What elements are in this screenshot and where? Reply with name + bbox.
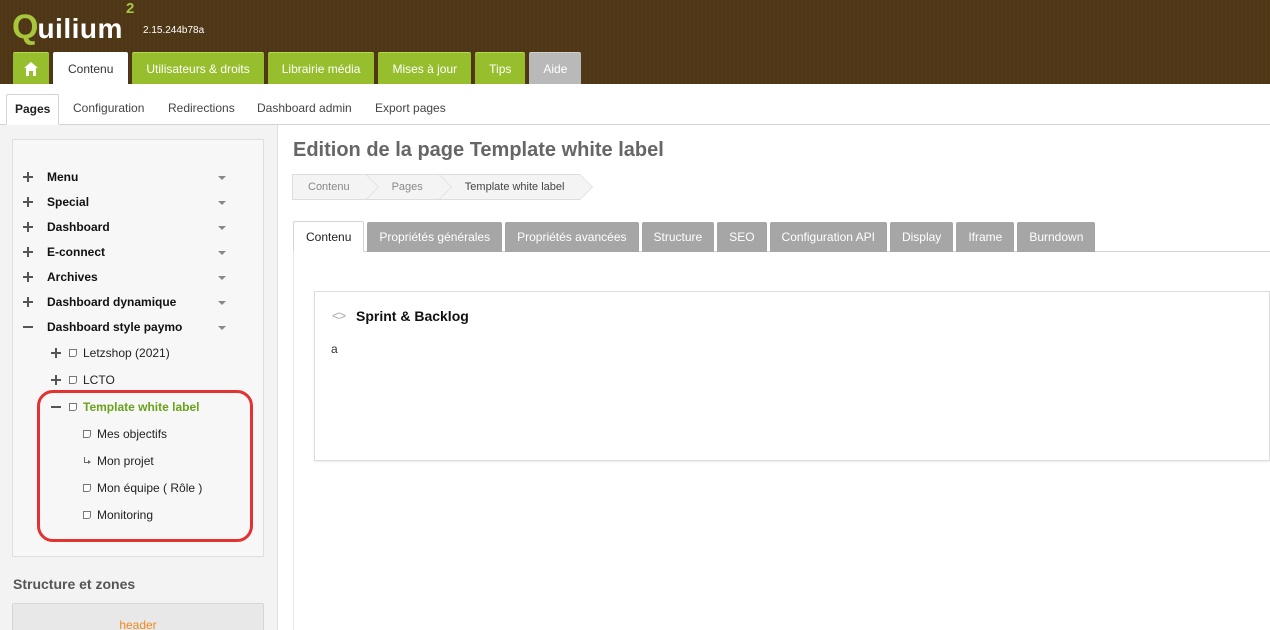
content-tabs: Contenu Propriétés générales Propriétés … [293,221,1096,252]
tab-proprietes-generales[interactable]: Propriétés générales [367,222,503,252]
chevron-down-icon[interactable] [218,326,226,330]
sub-tab-redirections[interactable]: Redirections [160,94,243,125]
block-text: a [331,342,338,356]
chevron-down-icon[interactable] [218,176,226,180]
sub-tab-export-pages[interactable]: Export pages [367,94,454,125]
expand-icon[interactable] [50,347,62,359]
content-block[interactable]: <> Sprint & Backlog a [314,291,1270,461]
page-icon [69,349,77,357]
collapse-icon[interactable] [22,321,34,333]
page-icon [83,430,91,438]
tab-contenu[interactable]: Contenu [293,221,365,252]
tab-structure[interactable]: Structure [641,222,715,252]
main-tab-aide[interactable]: Aide [529,52,582,84]
main-tab-tips[interactable]: Tips [475,52,526,84]
tree-item-label: Letzshop (2021) [83,346,170,360]
tree-item-special[interactable]: Special [22,192,89,212]
tab-burndown[interactable]: Burndown [1017,222,1096,252]
tree-item-template-white-label[interactable]: Template white label [50,397,199,417]
chevron-down-icon[interactable] [218,276,226,280]
expand-icon[interactable] [22,246,34,258]
tree-item-label: Archives [47,270,98,284]
home-icon [24,61,38,76]
chevron-down-icon[interactable] [218,226,226,230]
tree-item-label: Special [47,195,90,209]
code-icon[interactable]: <> [332,308,346,323]
tree-item-label: Mon équipe ( Rôle ) [97,481,203,495]
breadcrumb: Contenu Pages Template white label [292,174,594,200]
tree-item-archives[interactable]: Archives [22,267,98,287]
zone-label: header [119,618,157,630]
tab-configuration-api[interactable]: Configuration API [769,222,887,252]
main-tab-contenu[interactable]: Contenu [53,52,129,84]
main-tab-updates[interactable]: Mises à jour [378,52,472,84]
block-title: Sprint & Backlog [356,308,469,324]
sub-tab-pages[interactable]: Pages [6,94,60,125]
tree-item-label: Mes objectifs [97,427,168,441]
tab-display[interactable]: Display [889,222,954,252]
tree-item-econnect[interactable]: E-connect [22,242,105,262]
breadcrumb-item-current[interactable]: Template white label [438,174,594,200]
tree-item-mes-objectifs[interactable]: Mes objectifs [83,424,167,444]
chevron-down-icon[interactable] [218,301,226,305]
tree-item-dashboard[interactable]: Dashboard [22,217,110,237]
tree-item-label: Dashboard dynamique [47,295,177,309]
expand-icon[interactable] [50,374,62,386]
sub-nav: Pages Configuration Redirections Dashboa… [0,84,1270,125]
tree-item-label: Template white label [83,400,200,414]
app-header: Quilium 2 2.15.244b78a Contenu Utilisate… [0,0,1270,84]
version-label: 2.15.244b78a [143,25,205,36]
logo-wordmark: uilium [37,13,123,44]
tree-item-monitoring[interactable]: Monitoring [83,505,153,525]
page-icon [69,376,77,384]
home-button[interactable] [13,52,49,84]
tree-item-menu[interactable]: Menu [22,167,78,187]
tree-item-label: Dashboard style paymo [47,320,183,334]
tree-item-letzshop[interactable]: Letzshop (2021) [50,343,170,363]
expand-icon[interactable] [22,171,34,183]
logo-q: Q [12,8,38,46]
page-icon [83,511,91,519]
tab-proprietes-avancees[interactable]: Propriétés avancées [505,222,639,252]
expand-icon[interactable] [22,271,34,283]
collapse-icon[interactable] [50,401,62,413]
sub-tab-dashboard-admin[interactable]: Dashboard admin [249,94,360,125]
tab-iframe[interactable]: Iframe [956,222,1015,252]
breadcrumb-item[interactable]: Contenu [292,174,379,200]
tree-item-label: Dashboard [47,220,110,234]
zone-header[interactable]: header [12,603,264,630]
structure-title: Structure et zones [13,576,136,592]
chevron-down-icon[interactable] [218,201,226,205]
tree-item-dashboard-style-paymo[interactable]: Dashboard style paymo [22,317,182,337]
expand-icon[interactable] [22,221,34,233]
page-icon [69,403,77,411]
page-title: Edition de la page Template white label [293,139,664,161]
expand-icon[interactable] [22,296,34,308]
tab-seo[interactable]: SEO [717,222,767,252]
page-icon [83,484,91,492]
tree-item-label: Monitoring [97,508,154,522]
main-tab-media[interactable]: Librairie média [267,52,375,84]
main-tab-users[interactable]: Utilisateurs & droits [132,52,264,84]
tree-item-label: LCTO [83,373,115,387]
tree-item-mon-projet[interactable]: Mon projet [83,451,154,471]
redirect-icon [83,457,91,465]
sub-tab-configuration[interactable]: Configuration [65,94,152,125]
chevron-down-icon[interactable] [218,251,226,255]
tree-item-dashboard-dynamique[interactable]: Dashboard dynamique [22,292,176,312]
quilium-logo[interactable]: Quilium [12,4,123,44]
main-nav: Contenu Utilisateurs & droits Librairie … [13,52,582,84]
tree-item-mon-equipe[interactable]: Mon équipe ( Rôle ) [83,478,202,498]
tree-item-label: Menu [47,170,79,184]
expand-icon[interactable] [22,196,34,208]
tree-item-lcto[interactable]: LCTO [50,370,115,390]
tree-item-label: Mon projet [97,454,154,468]
logo-superscript: 2 [126,0,135,17]
tree-item-label: E-connect [47,245,106,259]
